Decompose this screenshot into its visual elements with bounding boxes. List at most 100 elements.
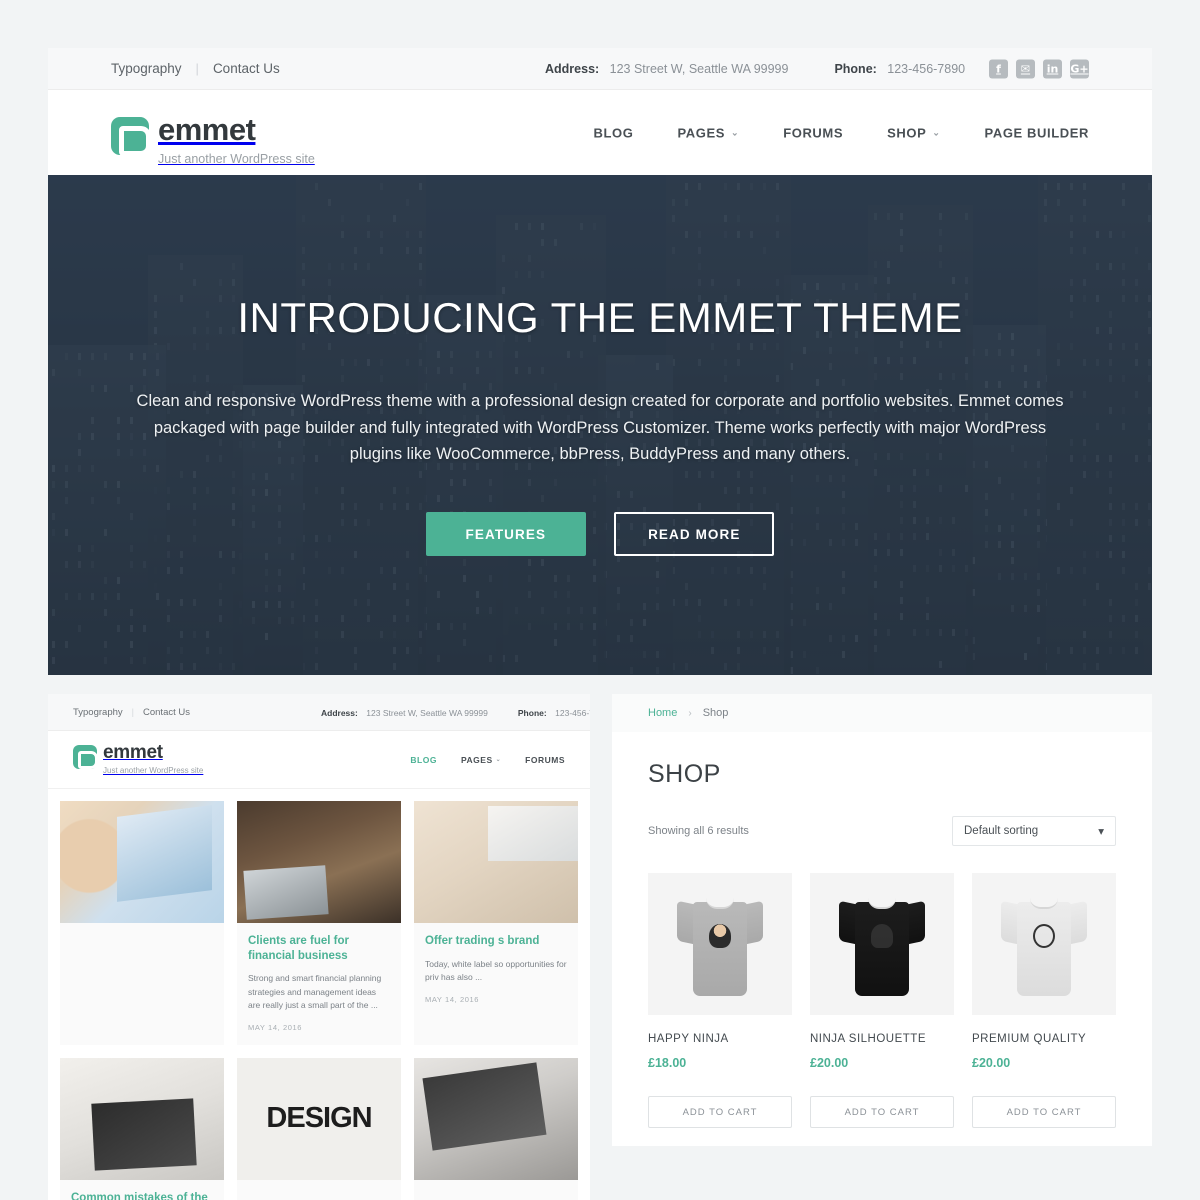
breadcrumb-home[interactable]: Home — [648, 707, 677, 719]
mini-topbar-link-typography[interactable]: Typography — [73, 707, 123, 718]
nav-label-blog: BLOG — [593, 125, 634, 140]
googleplus-icon[interactable]: G+ — [1070, 59, 1089, 78]
top-utility-bar: Typography | Contact Us Address: 123 Str… — [48, 48, 1152, 90]
nav-item-pages[interactable]: PAGES ⌄ — [677, 125, 739, 140]
breadcrumb: Home › Shop — [612, 694, 1152, 732]
emmet-logo-icon — [73, 745, 98, 769]
nav-label-forums: FORUMS — [783, 125, 844, 140]
nav-item-page-builder[interactable]: PAGE BUILDER — [985, 125, 1089, 140]
nav-item-blog[interactable]: BLOG — [594, 125, 634, 140]
site-header: emmet Just another WordPress site BLOG P… — [48, 90, 1152, 175]
hero-buttons: FEATURES READ MORE — [425, 512, 775, 557]
mini-address-value: 123 Street W, Seattle WA 99999 — [366, 708, 488, 718]
product-image[interactable] — [648, 873, 792, 1015]
chevron-down-icon: ⌄ — [495, 757, 502, 763]
post-thumbnail — [237, 801, 401, 923]
mini-topbar-link-contact-us[interactable]: Contact Us — [143, 707, 190, 718]
add-to-cart-button[interactable]: ADD TO CART — [972, 1096, 1116, 1128]
mini-nav-item-forums[interactable]: FORUMS — [525, 755, 565, 765]
list-item[interactable]: Offer trading s brand Today, white label… — [414, 801, 578, 1045]
breadcrumb-current: Shop — [702, 707, 729, 719]
blog-preview-panel: Typography | Contact Us Address: 123 Str… — [48, 694, 590, 1200]
main-navigation: BLOG PAGES ⌄ FORUMS SHOP ⌄ PAGE BUILDER — [594, 125, 1089, 140]
post-title[interactable]: Offer trading s brand — [425, 934, 567, 949]
mini-topbar-address: Address: 123 Street W, Seattle WA 99999 — [321, 703, 488, 721]
product-price: £20.00 — [972, 1056, 1011, 1070]
badge-graphic-icon — [1033, 924, 1055, 948]
brand-name: emmet — [158, 112, 256, 147]
product-image[interactable] — [810, 873, 954, 1015]
results-count: Showing all 6 results — [648, 825, 749, 837]
post-excerpt: Today, white label so opportunities for … — [425, 958, 567, 982]
features-button[interactable]: FEATURES — [425, 512, 587, 557]
nav-label-page-builder: PAGE BUILDER — [984, 125, 1089, 140]
mini-topbar-links: Typography | Contact Us — [48, 707, 190, 718]
page-title: SHOP — [648, 760, 721, 788]
social-links: f ✉ in G+ — [989, 59, 1089, 78]
post-thumbnail — [60, 1057, 224, 1180]
topbar-links: Typography | Contact Us — [48, 61, 280, 76]
list-item[interactable] — [414, 1057, 578, 1200]
mini-brand-text: emmet Just another WordPress site — [103, 743, 203, 775]
mini-brand-tagline: Just another WordPress site — [103, 766, 204, 775]
post-thumbnail — [237, 1057, 401, 1180]
post-thumbnail — [414, 1057, 578, 1180]
nav-item-shop[interactable]: SHOP ⌄ — [887, 125, 940, 140]
phone-value: 123-456-7890 — [887, 61, 966, 76]
add-to-cart-button[interactable]: ADD TO CART — [810, 1096, 954, 1128]
page-root: Typography | Contact Us Address: 123 Str… — [0, 0, 1200, 1200]
product-price: £18.00 — [648, 1056, 687, 1070]
shop-toolbar: Showing all 6 results Default sorting ▾ — [612, 789, 1152, 846]
product-name[interactable]: PREMIUM QUALITY — [972, 1033, 1116, 1045]
product-card[interactable]: NINJA SILHOUETTE £20.00 ADD TO CART — [810, 873, 954, 1128]
address-label: Address: — [545, 61, 600, 76]
linkedin-icon[interactable]: in — [1043, 59, 1062, 78]
mini-nav-item-pages[interactable]: PAGES ⌄ — [461, 755, 501, 765]
topbar-address: Address: 123 Street W, Seattle WA 99999 — [545, 60, 788, 78]
read-more-button[interactable]: READ MORE — [614, 512, 775, 557]
topbar-separator: | — [195, 61, 199, 76]
mini-nav-label-forums: FORUMS — [525, 754, 565, 765]
post-date: MAY 14, 2016 — [425, 995, 480, 1005]
mini-nav-item-blog[interactable]: BLOG — [410, 755, 437, 765]
list-item[interactable]: Common mistakes of the first startup pro… — [60, 1057, 224, 1200]
product-name[interactable]: NINJA SILHOUETTE — [810, 1033, 954, 1045]
list-item[interactable] — [237, 1057, 401, 1200]
post-title[interactable]: Common mistakes of the first startup pro… — [71, 1191, 213, 1200]
topbar-link-contact-us[interactable]: Contact Us — [213, 61, 280, 76]
chevron-down-icon: ⌄ — [932, 127, 941, 137]
nav-label-pages: PAGES — [677, 125, 726, 140]
topbar-link-typography[interactable]: Typography — [111, 61, 182, 76]
mini-top-utility-bar: Typography | Contact Us Address: 123 Str… — [48, 694, 590, 731]
add-to-cart-button[interactable]: ADD TO CART — [648, 1096, 792, 1128]
post-date: MAY 14, 2016 — [248, 1022, 303, 1032]
product-price: £20.00 — [810, 1056, 849, 1070]
product-card[interactable]: HAPPY NINJA £18.00 ADD TO CART — [648, 873, 792, 1128]
list-item[interactable] — [60, 801, 224, 1045]
nav-item-forums[interactable]: FORUMS — [783, 125, 843, 140]
product-grid: HAPPY NINJA £18.00 ADD TO CART NINJA SIL… — [612, 846, 1152, 1128]
hero-subtitle: Clean and responsive WordPress theme wit… — [136, 391, 1064, 464]
mini-phone-label: Phone: — [517, 708, 547, 718]
facebook-icon[interactable]: f — [989, 59, 1008, 78]
mini-address-label: Address: — [321, 708, 358, 718]
mini-brand-name: emmet — [103, 742, 163, 763]
product-name[interactable]: HAPPY NINJA — [648, 1033, 792, 1045]
mini-topbar-separator: | — [131, 707, 134, 717]
site-logo[interactable]: emmet Just another WordPress site — [111, 112, 315, 166]
list-item[interactable]: Clients are fuel for financial business … — [237, 801, 401, 1045]
address-value: 123 Street W, Seattle WA 99999 — [609, 61, 789, 76]
sorting-select[interactable]: Default sorting ▾ — [952, 816, 1116, 846]
product-card[interactable]: PREMIUM QUALITY £20.00 ADD TO CART — [972, 873, 1116, 1128]
post-excerpt: Strong and smart financial planning stra… — [248, 973, 382, 1010]
breadcrumb-separator-icon: › — [688, 707, 692, 719]
mini-phone-value: 123-456-7890 — [555, 708, 590, 718]
ninja-graphic-icon — [709, 924, 731, 948]
mini-site-logo[interactable]: emmet Just another WordPress site — [73, 743, 203, 775]
post-title[interactable]: Clients are fuel for financial business — [248, 934, 390, 963]
chevron-down-icon: ▾ — [1098, 826, 1104, 838]
mini-navigation: BLOG PAGES ⌄ FORUMS — [410, 755, 565, 765]
twitter-icon[interactable]: ✉ — [1016, 59, 1035, 78]
product-image[interactable] — [972, 873, 1116, 1015]
nav-label-shop: SHOP — [887, 125, 927, 140]
